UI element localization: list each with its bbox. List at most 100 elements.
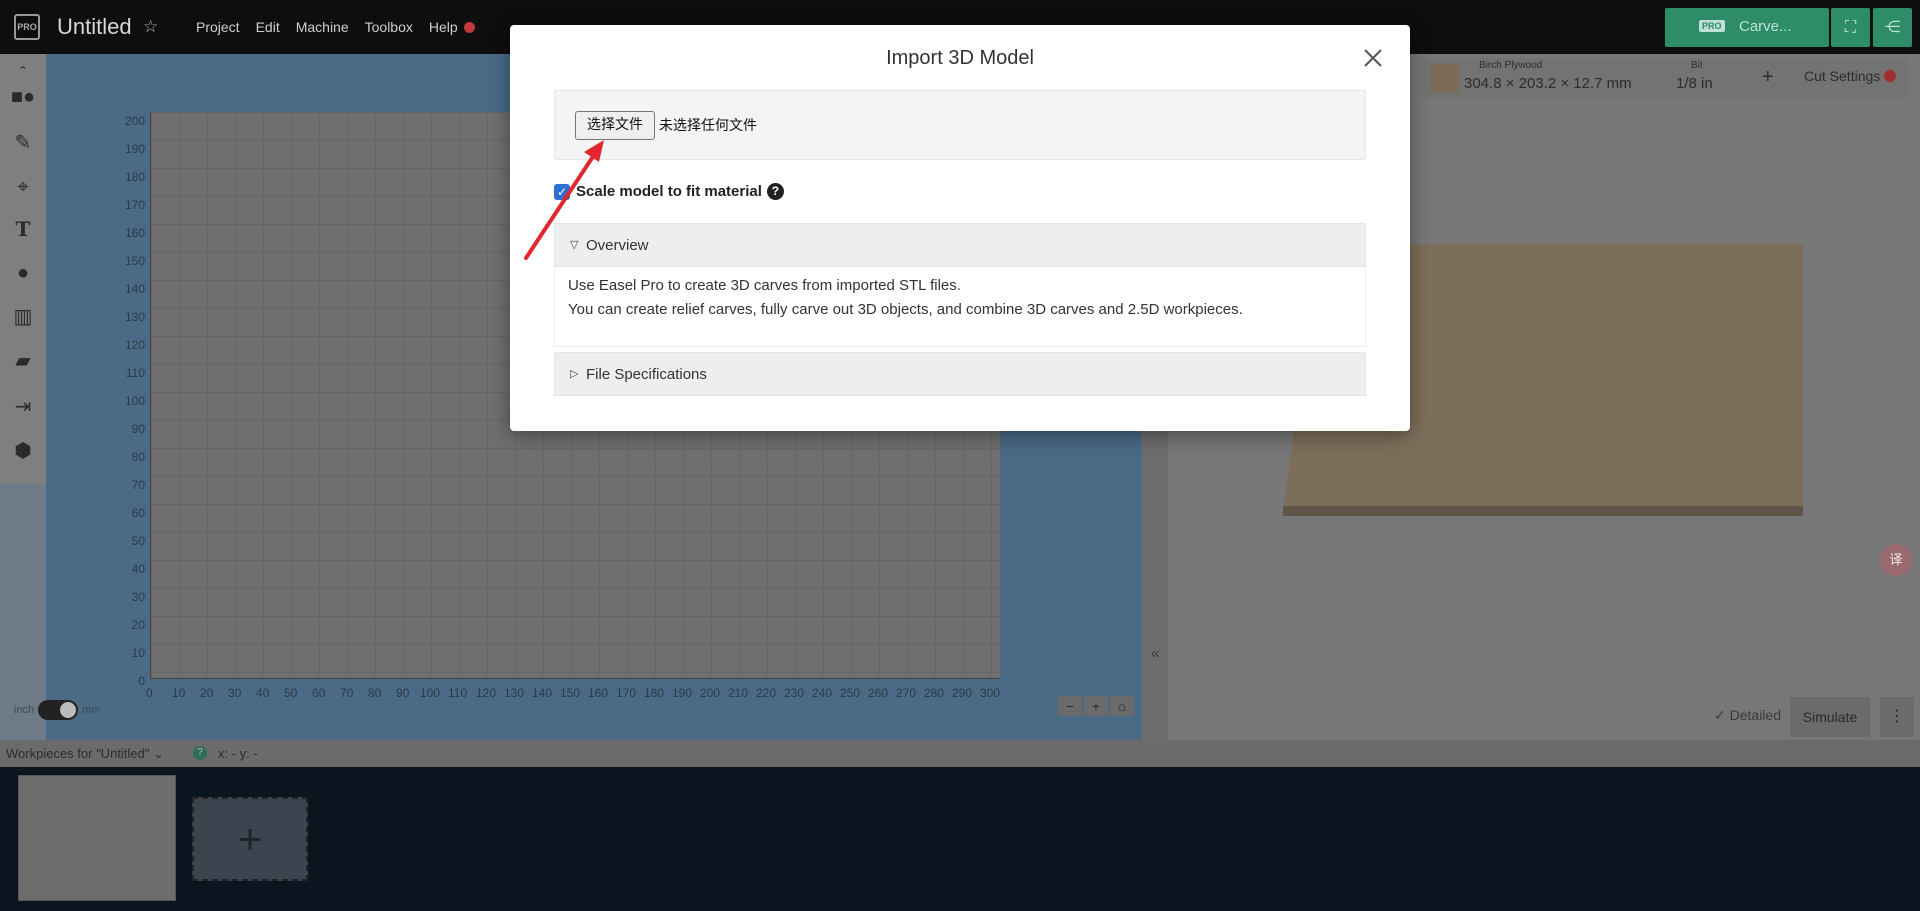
menu-edit[interactable]: Edit — [256, 19, 280, 35]
expanded-triangle-icon: ▽ — [570, 239, 579, 251]
x-tick: 290 — [952, 686, 973, 700]
x-tick: 140 — [532, 686, 553, 700]
menu-help-label: Help — [428, 19, 458, 35]
fullscreen-icon[interactable]: ⛶ — [1831, 8, 1870, 47]
y-tick: 100 — [124, 394, 145, 408]
detailed-toggle[interactable]: ✓ Detailed — [1714, 707, 1781, 724]
x-tick: 260 — [868, 686, 889, 700]
menu-help[interactable]: Help — [429, 19, 475, 35]
star-icon[interactable]: ☆ — [143, 17, 158, 37]
overview-line-1: Use Easel Pro to create 3D carves from i… — [568, 277, 961, 294]
more-options-icon[interactable]: ⋮ — [1880, 697, 1914, 737]
y-tick: 70 — [131, 478, 145, 492]
y-tick: 110 — [125, 366, 145, 380]
y-tick: 120 — [124, 338, 145, 352]
text-icon[interactable]: T — [8, 214, 38, 244]
collapse-panel-icon[interactable]: « — [1151, 645, 1160, 663]
zoom-out-icon[interactable]: − — [1058, 696, 1082, 716]
overview-line-2: You can create relief carves, fully carv… — [568, 301, 1243, 318]
overview-accordion-header[interactable]: ▽ Overview — [554, 223, 1366, 267]
translate-icon[interactable]: 译 — [1880, 544, 1912, 576]
x-tick: 200 — [700, 686, 721, 700]
collapsed-triangle-icon: ▷ — [570, 368, 579, 380]
choose-file-button[interactable]: 选择文件 — [575, 111, 655, 140]
bit-title: Bit — [1691, 60, 1703, 71]
y-tick: 170 — [124, 198, 145, 212]
y-tick: 30 — [131, 590, 145, 604]
easel-logo[interactable]: PRO — [14, 14, 40, 40]
close-icon[interactable] — [1362, 47, 1384, 69]
menu-project[interactable]: Project — [196, 19, 240, 35]
scale-to-fit-checkbox[interactable]: ✓ — [554, 183, 570, 200]
cut-settings-label: Cut Settings — [1804, 68, 1881, 84]
material-board-edge — [1283, 506, 1803, 516]
cursor-coordinates: x: - y: - — [218, 746, 258, 761]
file-status-text: 未选择任何文件 — [659, 118, 757, 134]
x-tick: 190 — [672, 686, 693, 700]
y-tick: 130 — [124, 310, 145, 324]
x-tick: 180 — [644, 686, 665, 700]
x-tick: 150 — [560, 686, 581, 700]
bit-value[interactable]: 1/8 in — [1676, 75, 1713, 92]
ruler-icon[interactable]: ▥ — [8, 302, 38, 332]
x-tick: 220 — [756, 686, 777, 700]
unit-toggle[interactable]: inch mm — [14, 700, 101, 720]
unit-switch[interactable] — [38, 700, 79, 720]
notification-dot-icon — [463, 22, 475, 33]
import-3d-model-dialog: Import 3D Model 选择文件 未选择任何文件 ✓ Scale mod… — [510, 25, 1410, 431]
overview-content: Use Easel Pro to create 3D carves from i… — [554, 267, 1366, 347]
x-tick: 40 — [256, 686, 270, 700]
x-tick: 210 — [728, 686, 749, 700]
x-tick: 280 — [924, 686, 945, 700]
menu-toolbox[interactable]: Toolbox — [365, 19, 413, 35]
x-tick: 130 — [504, 686, 525, 700]
shapes-icon[interactable]: ■● — [8, 82, 38, 112]
y-tick: 160 — [124, 226, 145, 240]
carve-button[interactable]: PRO Carve... — [1665, 8, 1829, 47]
file-specifications-heading: File Specifications — [586, 366, 707, 383]
y-tick: 20 — [131, 618, 145, 632]
pro-badge: PRO — [1699, 20, 1725, 32]
pen-icon[interactable]: ✎ — [8, 128, 38, 158]
x-tick: 10 — [172, 686, 186, 700]
document-title[interactable]: Untitled — [57, 14, 132, 40]
y-tick: 140 — [124, 282, 145, 296]
file-picker-area: 选择文件 未选择任何文件 — [554, 90, 1366, 160]
help-icon[interactable]: ? — [193, 746, 207, 760]
y-tick: 60 — [131, 506, 145, 520]
y-tick: 80 — [131, 450, 145, 464]
x-tick: 100 — [420, 686, 441, 700]
apple-icon[interactable]: ● — [8, 258, 38, 288]
cut-settings-button[interactable]: Cut Settings — [1804, 68, 1897, 84]
x-tick: 80 — [368, 686, 382, 700]
scale-to-fit-label[interactable]: Scale model to fit material — [576, 183, 762, 200]
left-toolbar: ⌃ ■● ✎ ⌖ T ● ▥ ▰ ⇥ ⬢ — [0, 54, 46, 484]
y-tick: 40 — [131, 562, 145, 576]
home-icon[interactable]: ⌂ — [1110, 696, 1134, 716]
add-bit-icon[interactable]: + — [1762, 66, 1774, 89]
material-dimensions[interactable]: 304.8 × 203.2 × 12.7 mm — [1464, 75, 1632, 92]
menu-machine[interactable]: Machine — [296, 19, 349, 35]
y-tick: 190 — [124, 142, 145, 156]
workpieces-label[interactable]: Workpieces for "Untitled" ⌄ — [6, 746, 164, 762]
add-workpiece-button[interactable]: + — [192, 797, 308, 881]
workpieces-bar: Workpieces for "Untitled" ⌄ ? x: - y: - — [0, 740, 1920, 767]
zoom-in-icon[interactable]: + — [1084, 696, 1108, 716]
scale-to-fit-option[interactable]: ✓ Scale model to fit material ? — [554, 183, 784, 200]
material-swatch[interactable] — [1431, 64, 1459, 92]
target-icon[interactable]: ⌖ — [8, 172, 38, 202]
help-icon[interactable]: ? — [766, 183, 784, 200]
unit-inch-label: inch — [14, 703, 35, 716]
x-tick: 250 — [840, 686, 861, 700]
share-icon[interactable]: ⋲ — [1873, 8, 1912, 47]
x-tick: 170 — [616, 686, 637, 700]
cube-icon[interactable]: ⬢ — [8, 436, 38, 466]
workpiece-thumbnail[interactable] — [18, 775, 176, 901]
material-name[interactable]: Birch Plywood — [1479, 60, 1542, 71]
lego-icon[interactable]: ▰ — [8, 346, 38, 376]
y-tick: 150 — [124, 254, 145, 268]
simulate-button[interactable]: Simulate — [1790, 697, 1870, 737]
x-tick: 90 — [396, 686, 410, 700]
import-icon[interactable]: ⇥ — [8, 392, 38, 422]
file-specifications-accordion-header[interactable]: ▷ File Specifications — [554, 352, 1366, 396]
